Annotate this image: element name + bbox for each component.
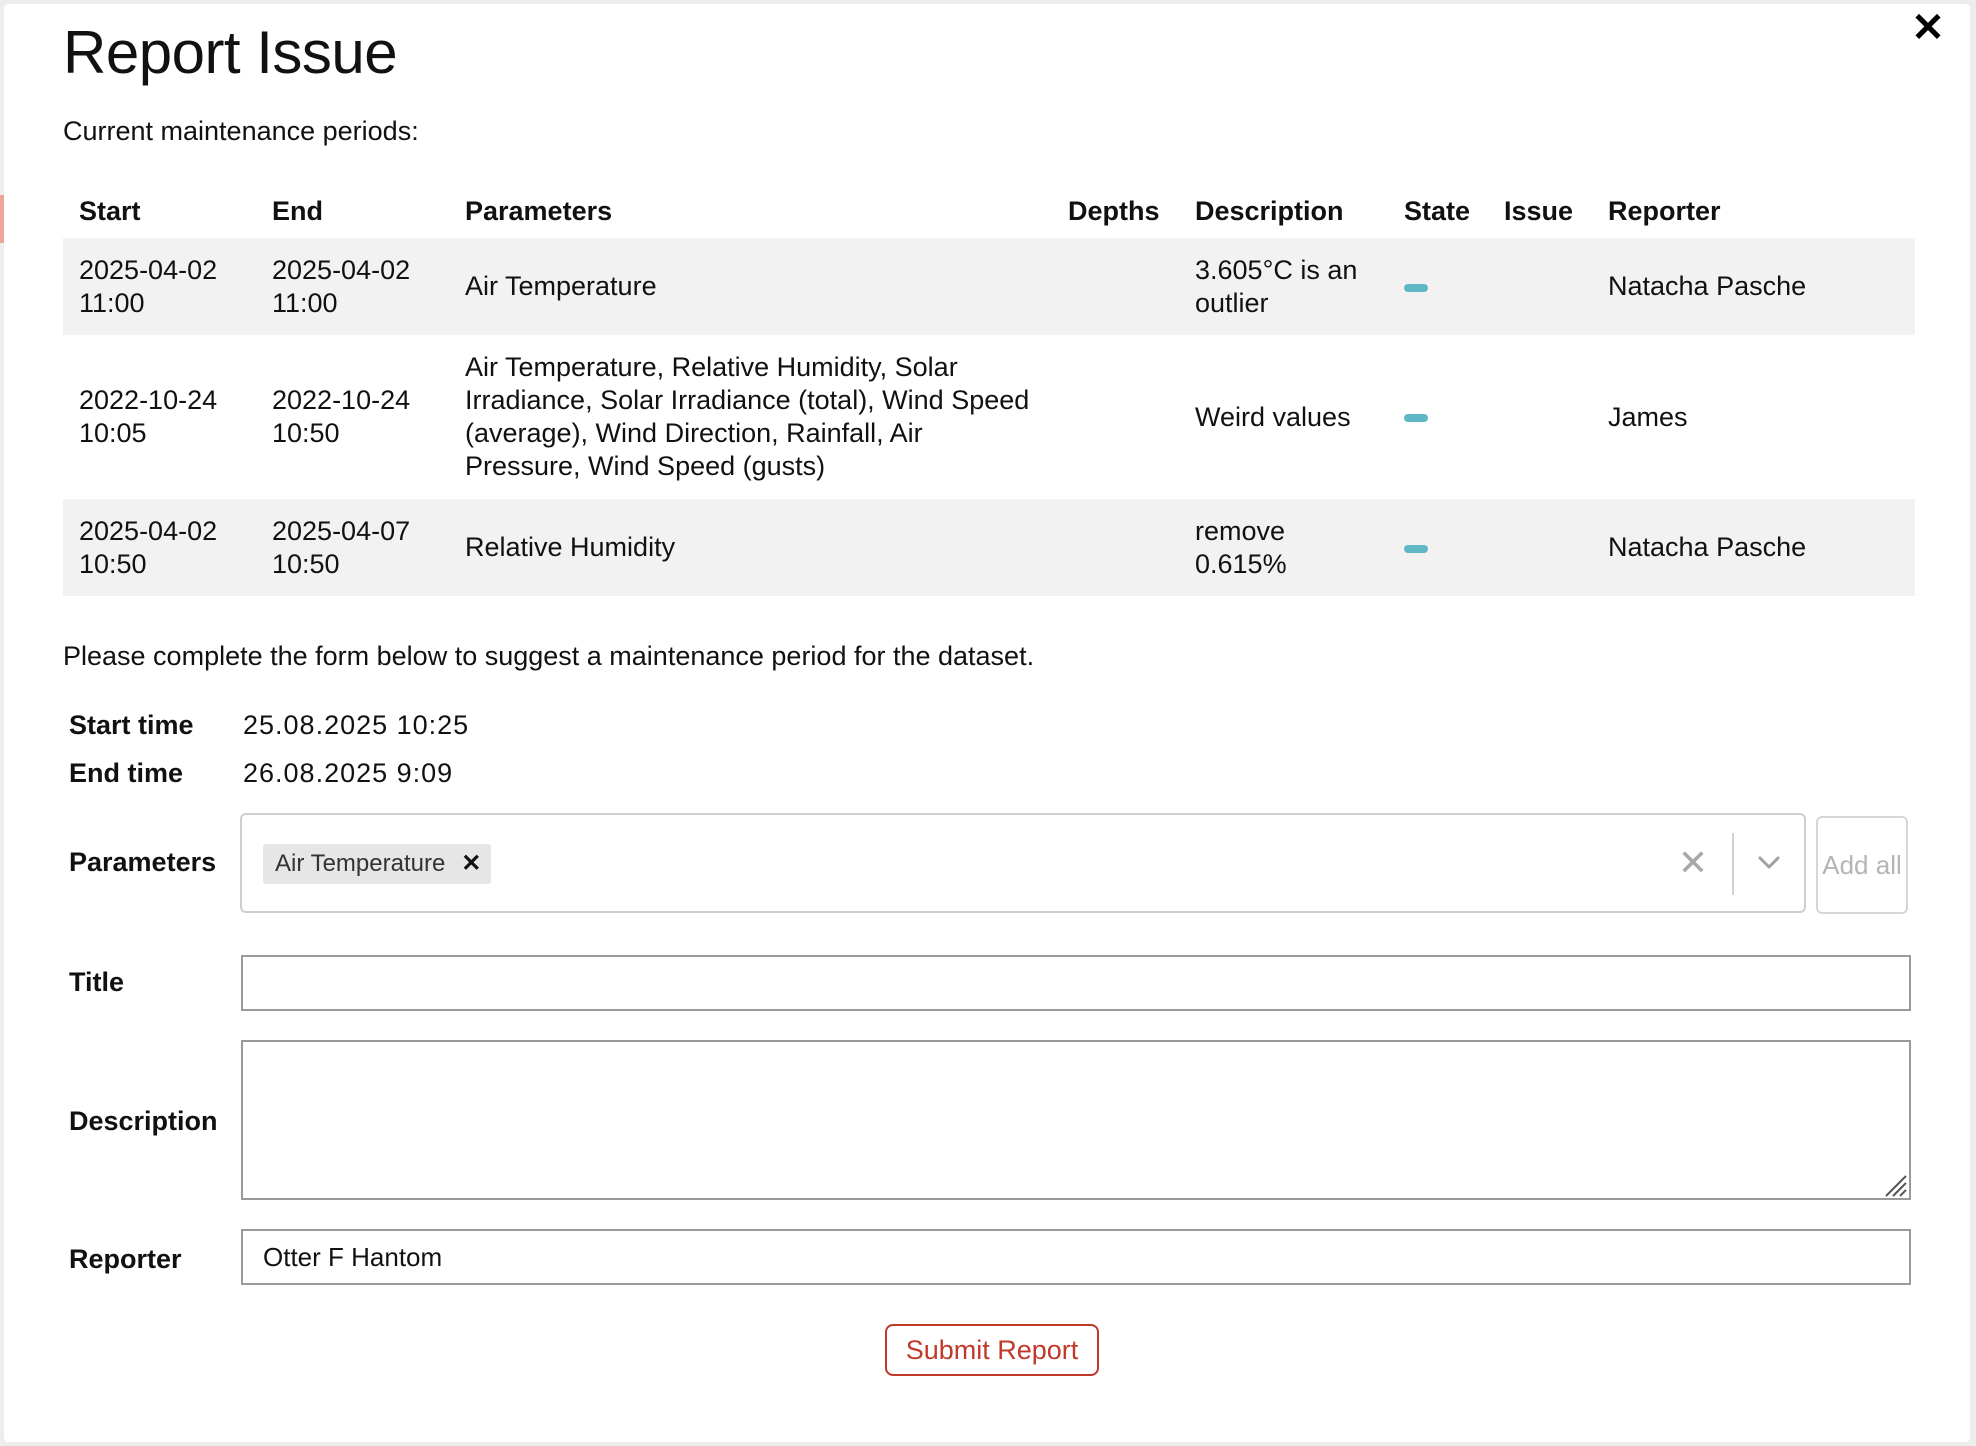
- column-header-description: Description: [1195, 195, 1344, 226]
- cell-parameters: Air Temperature, Relative Humidity, Sola…: [449, 335, 1052, 499]
- modal-title: Report Issue: [63, 19, 398, 86]
- end-time-value: 26.08.2025 9:09: [243, 758, 454, 788]
- cell-end: 2025-04-07 10:50: [256, 499, 449, 596]
- table-header-row: Start End Parameters Depths Description …: [63, 184, 1915, 238]
- description-label: Description: [69, 1106, 218, 1136]
- reporter-input[interactable]: [241, 1229, 1911, 1285]
- chevron-down-icon[interactable]: [1756, 849, 1782, 875]
- cell-issue: [1488, 335, 1592, 499]
- cell-end: 2022-10-24 10:50: [256, 335, 449, 499]
- periods-heading: Current maintenance periods:: [63, 116, 419, 146]
- cell-start: 2025-04-02 11:00: [63, 238, 256, 335]
- cell-description: Weird values: [1179, 335, 1388, 499]
- cell-state: [1388, 238, 1488, 335]
- cell-description: 3.605°C is an outlier: [1179, 238, 1388, 335]
- table-row: 2025-04-02 11:00 2025-04-02 11:00 Air Te…: [63, 238, 1915, 335]
- form-instructions: Please complete the form below to sugges…: [63, 641, 1035, 671]
- cell-end: 2025-04-02 11:00: [256, 238, 449, 335]
- state-indicator: [1404, 544, 1428, 553]
- cell-parameters: Relative Humidity: [449, 499, 1052, 596]
- column-header-reporter: Reporter: [1608, 195, 1721, 226]
- cell-depths: [1052, 238, 1179, 335]
- remove-chip-icon[interactable]: ✕: [461, 844, 481, 884]
- end-time-label: End time: [69, 758, 184, 788]
- cell-reporter: Natacha Pasche: [1592, 499, 1915, 596]
- cell-description: remove 0.615%: [1179, 499, 1388, 596]
- cell-reporter: James: [1592, 335, 1915, 499]
- close-icon[interactable]: ✕: [1910, 8, 1946, 48]
- parameters-multiselect[interactable]: Air Temperature ✕ ✕: [240, 813, 1806, 913]
- maintenance-periods-table: Start End Parameters Depths Description …: [63, 184, 1915, 596]
- clear-selection-icon[interactable]: ✕: [1678, 843, 1708, 883]
- state-indicator: [1404, 283, 1428, 292]
- state-indicator: [1404, 414, 1428, 423]
- column-header-depths: Depths: [1068, 195, 1160, 226]
- cell-reporter: Natacha Pasche: [1592, 238, 1915, 335]
- column-header-start: Start: [79, 195, 141, 226]
- parameter-chip: Air Temperature ✕: [263, 844, 492, 884]
- start-time-value: 25.08.2025 10:25: [243, 710, 470, 740]
- cell-depths: [1052, 499, 1179, 596]
- report-issue-modal: ✕ Report Issue Current maintenance perio…: [4, 4, 1970, 1442]
- table-row: 2022-10-24 10:05 2022-10-24 10:50 Air Te…: [63, 335, 1915, 499]
- cell-start: 2025-04-02 10:50: [63, 499, 256, 596]
- cell-state: [1388, 335, 1488, 499]
- column-header-parameters: Parameters: [465, 195, 613, 226]
- description-textarea[interactable]: [241, 1040, 1911, 1200]
- parameter-chip-label: Air Temperature: [275, 850, 446, 877]
- cell-parameters: Air Temperature: [449, 238, 1052, 335]
- cell-depths: [1052, 335, 1179, 499]
- reporter-label: Reporter: [69, 1244, 182, 1274]
- add-all-button[interactable]: Add all: [1816, 816, 1908, 914]
- title-input[interactable]: [241, 955, 1911, 1011]
- column-header-issue: Issue: [1504, 195, 1574, 226]
- cell-issue: [1488, 499, 1592, 596]
- select-separator: [1732, 833, 1734, 895]
- parameters-label: Parameters: [69, 847, 217, 877]
- resize-handle-icon[interactable]: [1882, 1172, 1908, 1198]
- column-header-end: End: [272, 195, 323, 226]
- column-header-state: State: [1404, 195, 1471, 226]
- submit-report-button[interactable]: Submit Report: [885, 1324, 1099, 1376]
- table-row: 2025-04-02 10:50 2025-04-07 10:50 Relati…: [63, 499, 1915, 596]
- title-label: Title: [69, 967, 125, 997]
- cell-state: [1388, 499, 1488, 596]
- start-time-label: Start time: [69, 710, 194, 740]
- cell-issue: [1488, 238, 1592, 335]
- cell-start: 2022-10-24 10:05: [63, 335, 256, 499]
